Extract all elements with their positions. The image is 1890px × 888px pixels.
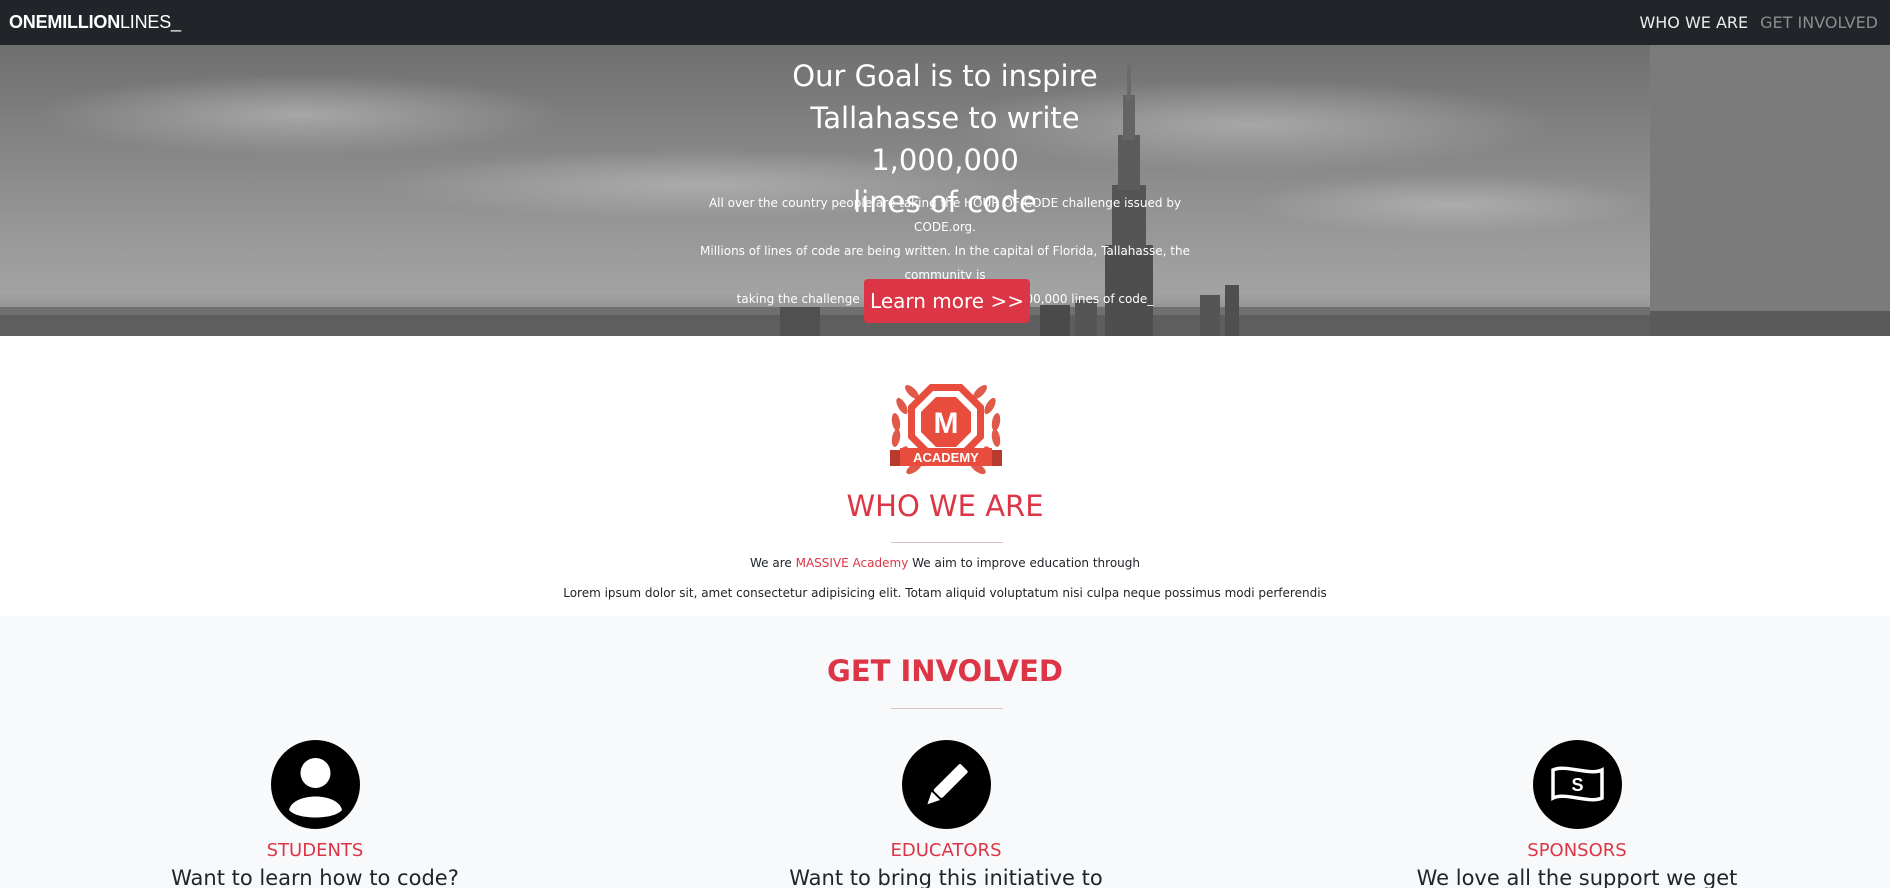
navbar: ONEMILLIONLINES_ WHO WE ARE GET INVOLVED <box>0 0 1890 45</box>
sponsors-card: S SPONSORS We love all the support we ge… <box>1377 740 1777 888</box>
logo-letter: M <box>934 407 959 440</box>
students-text: Want to learn how to code? <box>171 866 459 888</box>
get-involved-section: GET INVOLVED STUDENTS Want to learn how … <box>0 616 1890 888</box>
nav-link-get-involved[interactable]: GET INVOLVED <box>1760 13 1878 32</box>
educators-title: EDUCATORS <box>890 840 1002 861</box>
brand-logo[interactable]: ONEMILLIONLINES_ <box>9 12 181 33</box>
who-divider <box>891 542 1003 543</box>
who-intro-text: We are MASSIVE Academy We aim to improve… <box>0 556 1890 570</box>
students-card: STUDENTS Want to learn how to code? <box>115 740 515 888</box>
brand-bold: ONEMILLION <box>9 12 120 32</box>
nav-links: WHO WE ARE GET INVOLVED <box>1639 13 1878 32</box>
svg-text:S: S <box>1571 775 1583 795</box>
hero-title-line: Tallahasse to write 1,000,000 <box>810 101 1080 177</box>
sponsors-text: We love all the support we get <box>1416 866 1738 888</box>
hero-title-line: Our Goal is to inspire <box>792 59 1098 93</box>
hero-content: Our Goal is to inspire Tallahasse to wri… <box>0 45 1890 336</box>
who-we-are-section: M ACADEMY WHO WE ARE We are MASSIVE Acad… <box>0 336 1890 616</box>
pencil-icon <box>901 740 991 829</box>
students-title: STUDENTS <box>266 840 364 861</box>
sponsors-title: SPONSORS <box>1527 840 1627 861</box>
brand-light: LINES_ <box>120 12 181 32</box>
who-lorem-text: Lorem ipsum dolor sit, amet consectetur … <box>563 586 1327 600</box>
logo-banner-text: ACADEMY <box>913 450 979 465</box>
who-we-are-title: WHO WE ARE <box>846 489 1044 523</box>
involved-divider <box>891 708 1003 709</box>
person-icon <box>270 740 360 829</box>
who-intro-suffix: We aim to improve education through <box>908 556 1140 570</box>
academy-logo: M ACADEMY <box>890 384 1002 475</box>
massive-academy-highlight: MASSIVE Academy <box>795 556 909 570</box>
learn-more-button[interactable]: Learn more >> <box>864 279 1030 323</box>
educators-text: Want to bring this initiative to <box>789 866 1103 888</box>
nav-link-who-we-are[interactable]: WHO WE ARE <box>1639 13 1748 32</box>
who-intro-prefix: We are <box>750 556 796 570</box>
get-involved-title: GET INVOLVED <box>827 654 1063 688</box>
hero-section: Our Goal is to inspire Tallahasse to wri… <box>0 45 1890 336</box>
money-icon: S <box>1532 740 1622 829</box>
educators-card: EDUCATORS Want to bring this initiative … <box>746 740 1146 888</box>
hero-description-line: All over the country people are taking t… <box>708 196 1182 234</box>
